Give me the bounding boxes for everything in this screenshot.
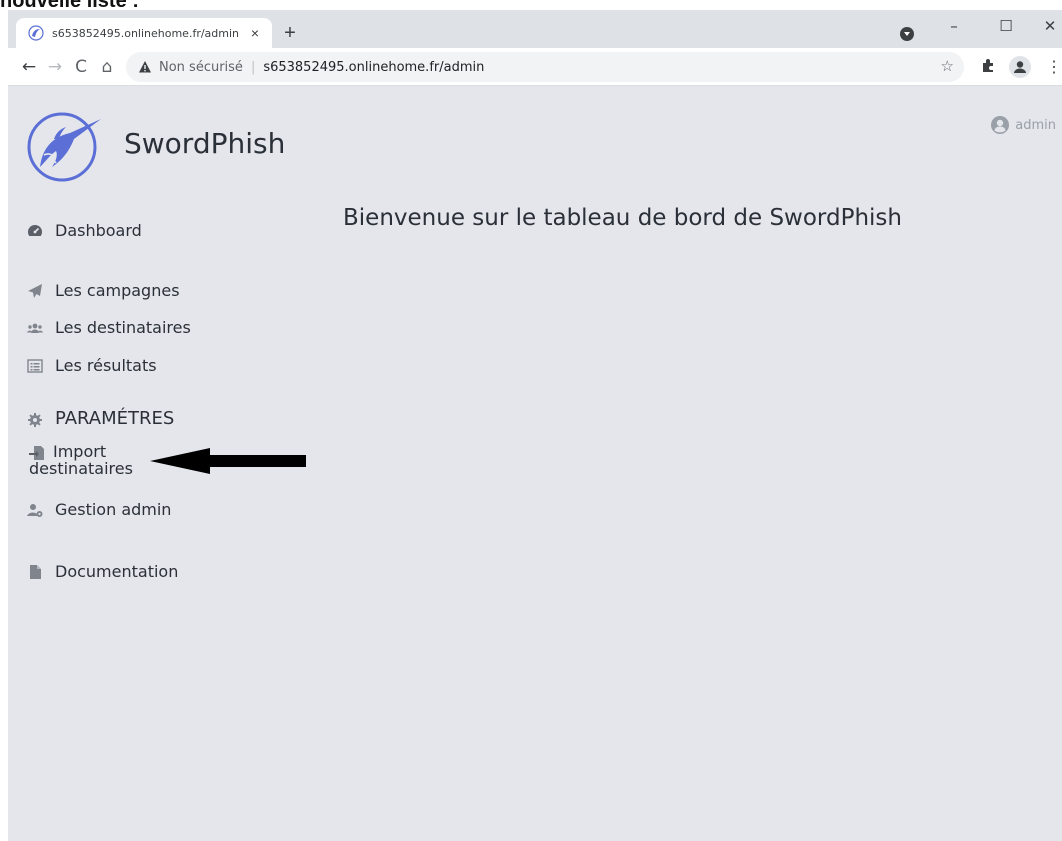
welcome-heading: Bienvenue sur le tableau de bord de Swor… bbox=[343, 205, 902, 231]
tab-search-icon[interactable] bbox=[900, 27, 914, 41]
home-button[interactable]: ⌂ bbox=[96, 56, 118, 78]
swordphish-logo bbox=[27, 112, 101, 182]
close-window-button[interactable]: ✕ bbox=[1036, 14, 1062, 38]
user-cog-icon bbox=[27, 504, 43, 517]
tachometer-icon bbox=[27, 225, 43, 239]
nav-dashboard[interactable]: Dashboard bbox=[27, 221, 142, 240]
file-icon bbox=[30, 565, 41, 579]
browser-window: s653852495.onlinehome.fr/admin × + – ☐ ✕… bbox=[8, 10, 1062, 841]
browser-tab[interactable]: s653852495.onlinehome.fr/admin × bbox=[16, 18, 272, 48]
reload-button[interactable]: C bbox=[70, 56, 92, 78]
star-icon[interactable]: ☆ bbox=[941, 57, 954, 75]
file-import-icon bbox=[29, 446, 44, 460]
nav-import-label-line2: destinataires bbox=[29, 459, 133, 478]
nav-campagnes[interactable]: Les campagnes bbox=[27, 281, 180, 300]
profile-icon[interactable] bbox=[1009, 56, 1031, 78]
new-tab-button[interactable]: + bbox=[278, 22, 302, 46]
page-content: SwordPhish admin Dashboard Les campagnes bbox=[8, 87, 1062, 841]
users-icon bbox=[27, 323, 43, 333]
minimize-button[interactable]: – bbox=[940, 14, 968, 38]
nav-documentation[interactable]: Documentation bbox=[27, 562, 178, 581]
user-menu[interactable]: admin bbox=[990, 115, 1056, 135]
nav-campagnes-label: Les campagnes bbox=[55, 281, 180, 300]
nav-gestion-admin[interactable]: Gestion admin bbox=[27, 500, 171, 519]
gear-icon bbox=[28, 413, 42, 427]
tab-strip: s653852495.onlinehome.fr/admin × + – ☐ ✕ bbox=[8, 10, 1062, 48]
user-name: admin bbox=[1015, 117, 1056, 133]
tab-title: s653852495.onlinehome.fr/admin bbox=[52, 26, 240, 40]
user-icon bbox=[991, 116, 1010, 134]
nav-destinataires[interactable]: Les destinataires bbox=[27, 318, 191, 337]
brand-title: SwordPhish bbox=[124, 127, 286, 160]
list-icon bbox=[27, 359, 43, 373]
menu-icon[interactable]: ⋮ bbox=[1046, 57, 1062, 77]
security-status[interactable]: Non sécurisé bbox=[159, 60, 243, 75]
paper-plane-icon bbox=[28, 284, 42, 298]
tab-close-icon[interactable]: × bbox=[246, 24, 264, 42]
warning-icon bbox=[139, 61, 151, 73]
address-separator: | bbox=[250, 59, 256, 75]
address-bar[interactable]: Non sécurisé | s653852495.onlinehome.fr/… bbox=[126, 52, 964, 82]
nav-gestion-admin-label: Gestion admin bbox=[55, 500, 172, 519]
annotation-arrow-icon bbox=[150, 448, 306, 474]
forward-button[interactable]: → bbox=[44, 56, 66, 78]
swordphish-favicon-icon bbox=[28, 25, 44, 41]
nav-resultats-label: Les résultats bbox=[55, 356, 157, 375]
nav-resultats[interactable]: Les résultats bbox=[27, 356, 157, 375]
browser-toolbar: ← → C ⌂ Non sécurisé | s653852495.online… bbox=[8, 48, 1062, 86]
nav-parametres-heading: PARAMÉTRES bbox=[27, 408, 174, 429]
url-text[interactable]: s653852495.onlinehome.fr/admin bbox=[263, 60, 484, 75]
nav-documentation-label: Documentation bbox=[55, 562, 179, 581]
extensions-icon[interactable] bbox=[980, 57, 996, 73]
nav-dashboard-label: Dashboard bbox=[55, 221, 142, 240]
nav-parametres-label: PARAMÉTRES bbox=[55, 408, 175, 429]
nav-destinataires-label: Les destinataires bbox=[55, 318, 191, 337]
maximize-button[interactable]: ☐ bbox=[992, 14, 1020, 38]
back-button[interactable]: ← bbox=[18, 56, 40, 78]
